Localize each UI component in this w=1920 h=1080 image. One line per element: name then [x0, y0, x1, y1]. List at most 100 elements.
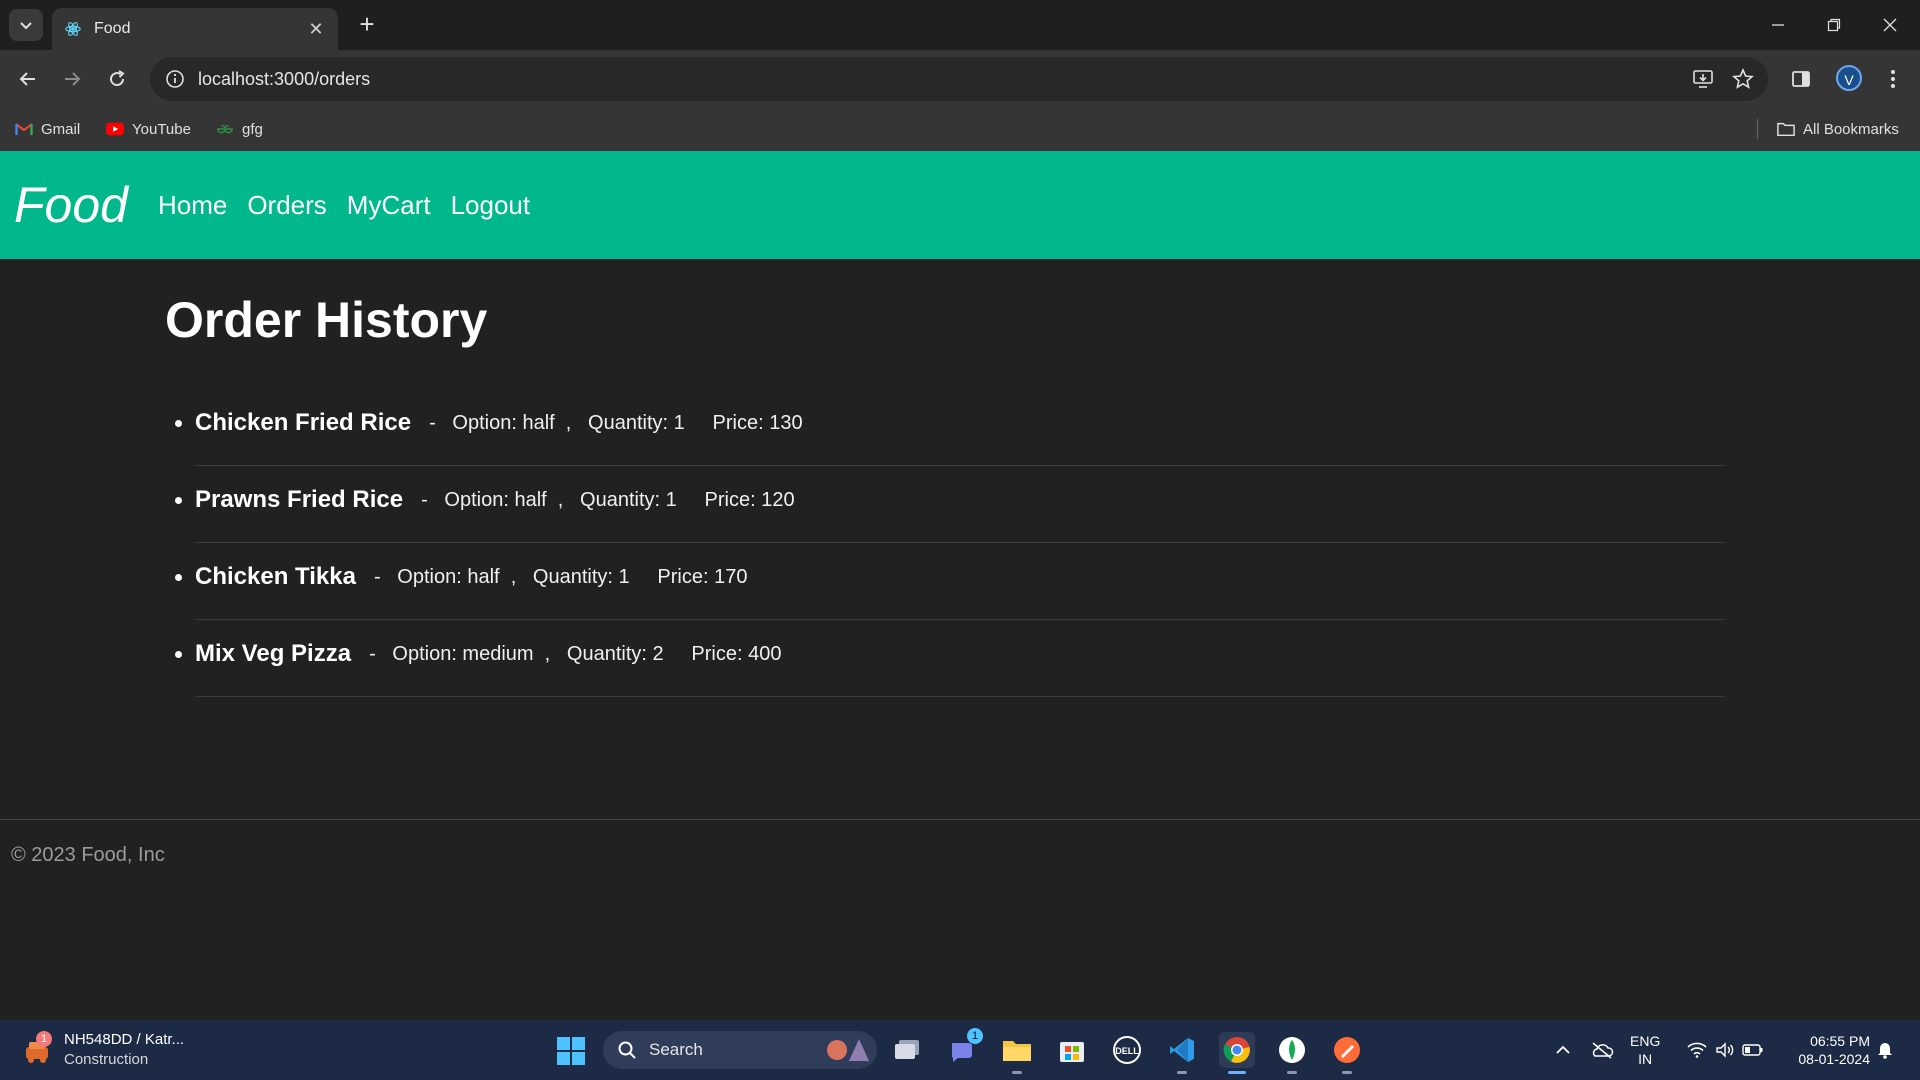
bookmark-label: YouTube — [132, 120, 191, 138]
traffic-widget[interactable]: 1 NH548DD / Katr... Construction — [20, 1030, 184, 1070]
clock-time: 06:55 PM — [1810, 1033, 1870, 1049]
gfg-icon — [217, 124, 233, 134]
tab-title: Food — [94, 20, 131, 37]
all-bookmarks-label: All Bookmarks — [1803, 120, 1899, 138]
arrow-left-icon — [19, 72, 35, 86]
order-item: Prawns Fried Rice - Option: half , Quant… — [175, 466, 1725, 543]
side-panel-icon[interactable] — [1786, 64, 1816, 94]
order-history-section: Order History Chicken Fried Rice - Optio… — [165, 259, 1725, 697]
taskbar-app-task-view[interactable] — [889, 1032, 925, 1068]
taskbar-app-postman[interactable] — [1329, 1032, 1365, 1074]
taskbar-app-vscode[interactable] — [1164, 1032, 1200, 1074]
address-bar[interactable]: localhost:3000/orders — [150, 57, 1768, 101]
notification-badge: 1 — [36, 1031, 52, 1047]
forward-button[interactable] — [57, 64, 87, 94]
taskbar-app-teams[interactable]: 1 — [945, 1028, 983, 1068]
bookmark-youtube[interactable]: YouTube — [106, 118, 191, 140]
reload-button[interactable] — [102, 64, 132, 94]
notifications-bell-icon[interactable] — [1874, 1032, 1896, 1068]
battery-icon[interactable] — [1740, 1032, 1766, 1068]
app-navbar: Food Home Orders MyCart Logout — [0, 151, 1920, 259]
browser-tabbar: Food ✕ + — [0, 0, 1920, 50]
bookmarks-bar: Gmail YouTube gfg All Bookmarks — [0, 108, 1920, 151]
order-item: Mix Veg Pizza - Option: medium , Quantit… — [175, 620, 1725, 697]
close-tab-icon[interactable]: ✕ — [306, 19, 326, 40]
react-favicon-icon — [65, 22, 81, 36]
volume-icon[interactable] — [1712, 1032, 1738, 1068]
taskbar-app-file-explorer[interactable] — [999, 1032, 1035, 1074]
reload-icon — [110, 70, 125, 87]
restore-icon — [1827, 18, 1841, 32]
bookmark-label: gfg — [242, 120, 263, 138]
browser-tab[interactable]: Food ✕ — [52, 8, 338, 50]
url-text[interactable]: localhost:3000/orders — [198, 69, 1688, 90]
search-highlight-icon — [827, 1039, 869, 1061]
language-code: ENG — [1630, 1033, 1661, 1049]
minimize-icon — [1772, 24, 1784, 26]
order-item: Chicken Tikka - Option: half , Quantity:… — [175, 543, 1725, 620]
nav-link-orders[interactable]: Orders — [247, 190, 326, 221]
postman-icon — [1334, 1037, 1360, 1063]
bookmark-star-icon[interactable] — [1728, 64, 1758, 94]
taskbar-app-chrome[interactable] — [1219, 1032, 1255, 1074]
task-view-icon — [895, 1040, 919, 1059]
vscode-icon — [1170, 1038, 1194, 1062]
order-item-name: Chicken Tikka — [195, 563, 356, 590]
order-item-name: Mix Veg Pizza — [195, 640, 352, 667]
arrow-right-icon — [65, 72, 81, 86]
search-placeholder: Search — [649, 1040, 703, 1059]
bookmarks-separator — [1757, 119, 1758, 139]
nav-link-home[interactable]: Home — [158, 190, 227, 221]
profile-avatar[interactable]: V — [1836, 65, 1862, 91]
taskbar-search[interactable]: Search — [603, 1031, 877, 1069]
close-window-button[interactable] — [1862, 0, 1918, 50]
chevron-down-icon — [20, 22, 32, 30]
nav-link-mycart[interactable]: MyCart — [347, 190, 431, 221]
region-code: IN — [1638, 1051, 1653, 1067]
bookmark-gfg[interactable]: gfg — [216, 118, 263, 140]
order-item-details: - Option: half , Quantity: 1 Price: 130 — [429, 411, 803, 434]
all-bookmarks-button[interactable]: All Bookmarks — [1777, 118, 1899, 140]
order-item-details: - Option: half , Quantity: 1 Price: 120 — [421, 488, 795, 511]
browser-toolbar: localhost:3000/orders V — [0, 50, 1920, 108]
taskbar-app-dell[interactable]: DELL — [1109, 1032, 1145, 1068]
nav-link-logout[interactable]: Logout — [451, 190, 531, 221]
order-item-details: - Option: medium , Quantity: 2 Price: 40… — [369, 642, 782, 665]
tray-overflow-chevron-icon[interactable] — [1552, 1032, 1574, 1068]
page-footer: © 2023 Food, Inc — [0, 819, 1920, 1019]
windows-start-icon[interactable] — [556, 1036, 586, 1066]
taskbar-app-store[interactable] — [1054, 1032, 1090, 1068]
widget-line2: Construction — [64, 1051, 149, 1068]
folder-icon — [1777, 122, 1795, 137]
tab-search-button[interactable] — [9, 9, 43, 41]
store-icon — [1060, 1042, 1084, 1062]
order-list: Chicken Fried Rice - Option: half , Quan… — [165, 389, 1725, 697]
copyright-text: © 2023 Food, Inc — [11, 844, 165, 866]
order-item-name: Chicken Fried Rice — [195, 409, 412, 436]
windows-taskbar: 1 NH548DD / Katr... Construction Search … — [0, 1020, 1920, 1080]
order-item-name: Prawns Fried Rice — [195, 486, 404, 513]
minimize-button[interactable] — [1750, 0, 1806, 50]
gmail-icon — [15, 123, 33, 135]
teams-badge: 1 — [967, 1028, 983, 1044]
bookmark-label: Gmail — [41, 120, 81, 138]
new-tab-button[interactable]: + — [352, 9, 382, 39]
onedrive-offline-icon[interactable] — [1588, 1032, 1616, 1068]
restore-button[interactable] — [1806, 0, 1862, 50]
widget-line1: NH548DD / Katr... — [64, 1031, 185, 1048]
system-clock[interactable]: 06:55 PM 08-01-2024 — [1780, 1032, 1870, 1068]
back-button[interactable] — [13, 64, 43, 94]
language-indicator[interactable]: ENG IN — [1630, 1032, 1660, 1068]
site-info-icon[interactable] — [164, 68, 186, 90]
traffic-icon: 1 — [20, 1031, 54, 1067]
close-icon — [1883, 18, 1897, 32]
menu-kebab-icon[interactable] — [1878, 64, 1908, 94]
wifi-icon[interactable] — [1684, 1032, 1710, 1068]
taskbar-app-mongodb[interactable] — [1274, 1032, 1310, 1074]
order-item: Chicken Fried Rice - Option: half , Quan… — [175, 389, 1725, 466]
install-app-icon[interactable] — [1688, 64, 1718, 94]
brand-logo[interactable]: Food — [14, 176, 128, 234]
bookmark-gmail[interactable]: Gmail — [15, 118, 80, 140]
clock-date: 08-01-2024 — [1798, 1051, 1870, 1067]
mongodb-icon — [1279, 1037, 1305, 1063]
